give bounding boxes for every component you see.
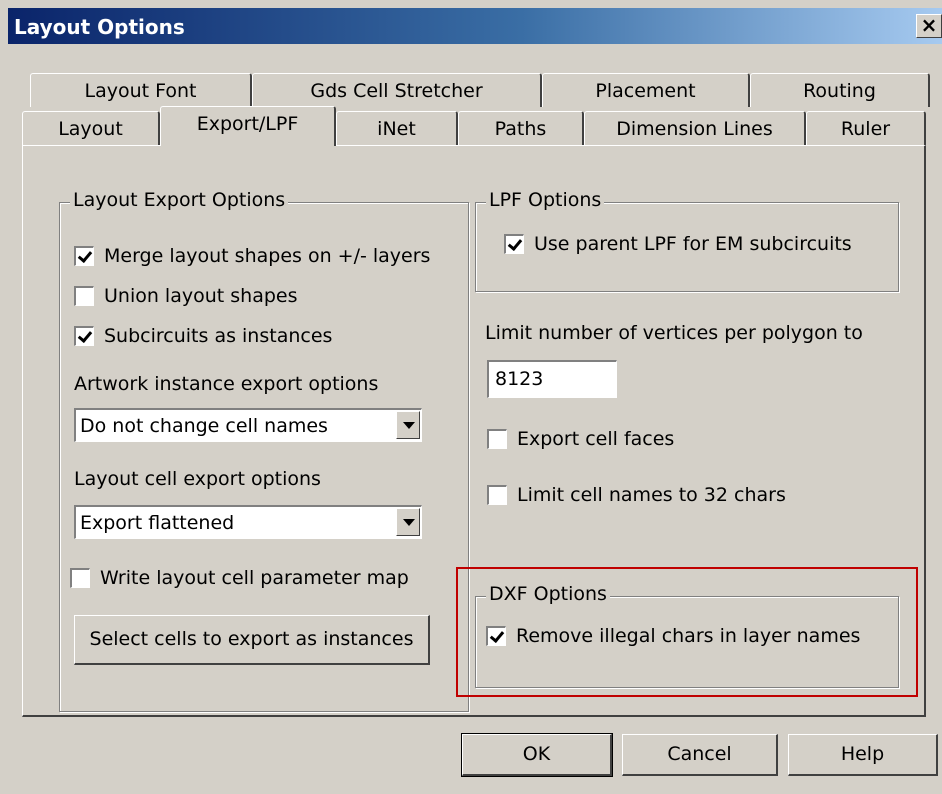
export-cell-faces-label: Export cell faces <box>517 428 675 450</box>
limit-vertices-input[interactable]: 8123 <box>487 360 617 398</box>
tab-gds-cell-stretcher[interactable]: Gds Cell Stretcher <box>252 73 542 107</box>
tab-routing[interactable]: Routing <box>750 73 930 107</box>
merge-layout-shapes-checkbox[interactable]: Merge layout shapes on +/- layers <box>74 245 430 267</box>
chevron-down-icon[interactable] <box>396 411 420 439</box>
tab-dimension-lines[interactable]: Dimension Lines <box>584 111 806 145</box>
subcircuits-as-instances-label: Subcircuits as instances <box>104 325 333 347</box>
select-cells-to-export-button[interactable]: Select cells to export as instances <box>74 615 430 665</box>
write-cell-parameter-map-checkbox[interactable]: Write layout cell parameter map <box>70 567 409 589</box>
close-button[interactable]: × <box>916 14 942 38</box>
cancel-button[interactable]: Cancel <box>622 734 778 776</box>
window-title: Layout Options <box>14 15 185 39</box>
layout-export-options-title: Layout Export Options <box>70 189 289 211</box>
layout-export-options-group: Layout Export Options Merge layout shape… <box>59 189 469 712</box>
tab-paths[interactable]: Paths <box>458 111 584 145</box>
help-button[interactable]: Help <box>788 734 938 776</box>
dxf-options-group: DXF Options Remove illegal chars in laye… <box>475 583 899 688</box>
remove-illegal-chars-checkbox[interactable]: Remove illegal chars in layer names <box>486 625 860 647</box>
tab-inet[interactable]: iNet <box>336 111 458 145</box>
merge-layout-shapes-label: Merge layout shapes on +/- layers <box>104 245 431 267</box>
tab-placement[interactable]: Placement <box>542 73 750 107</box>
export-lpf-panel: Layout Export Options Merge layout shape… <box>22 145 926 717</box>
write-cell-parameter-map-label: Write layout cell parameter map <box>100 567 409 589</box>
checkbox-box <box>486 626 506 646</box>
checkbox-box <box>70 568 90 588</box>
checkbox-box <box>487 429 507 449</box>
use-parent-lpf-checkbox[interactable]: Use parent LPF for EM subcircuits <box>504 233 852 255</box>
export-cell-faces-checkbox[interactable]: Export cell faces <box>487 428 674 450</box>
tab-layout[interactable]: Layout <box>22 111 160 145</box>
checkbox-box <box>74 326 94 346</box>
limit-cell-names-checkbox[interactable]: Limit cell names to 32 chars <box>487 484 786 506</box>
tab-export-lpf[interactable]: Export/LPF <box>160 106 336 146</box>
limit-cell-names-label: Limit cell names to 32 chars <box>517 484 786 506</box>
chevron-down-icon[interactable] <box>396 508 420 536</box>
checkbox-box <box>487 485 507 505</box>
checkbox-box <box>504 234 524 254</box>
layout-cell-export-label: Layout cell export options <box>74 468 321 490</box>
tab-layout-font[interactable]: Layout Font <box>30 73 252 107</box>
subcircuits-as-instances-checkbox[interactable]: Subcircuits as instances <box>74 325 332 347</box>
layout-options-dialog: Layout Options × Layout Font Gds Cell St… <box>0 0 942 794</box>
union-layout-shapes-label: Union layout shapes <box>104 285 298 307</box>
layout-cell-export-select[interactable]: Export flattened <box>74 505 422 539</box>
artwork-instance-export-label: Artwork instance export options <box>74 373 379 395</box>
artwork-instance-export-value: Do not change cell names <box>80 415 328 437</box>
checkbox-box <box>74 286 94 306</box>
lpf-options-title: LPF Options <box>486 189 605 211</box>
close-icon: × <box>920 13 938 37</box>
limit-vertices-label: Limit number of vertices per polygon to <box>485 322 863 344</box>
use-parent-lpf-label: Use parent LPF for EM subcircuits <box>534 233 852 255</box>
ok-button[interactable]: OK <box>461 733 613 777</box>
title-bar: Layout Options × <box>8 8 942 44</box>
tab-ruler[interactable]: Ruler <box>806 111 926 145</box>
artwork-instance-export-select[interactable]: Do not change cell names <box>74 408 422 442</box>
dxf-options-title: DXF Options <box>486 583 610 605</box>
layout-cell-export-value: Export flattened <box>80 512 235 534</box>
checkbox-box <box>74 246 94 266</box>
lpf-options-group: LPF Options Use parent LPF for EM subcir… <box>475 189 899 292</box>
remove-illegal-chars-label: Remove illegal chars in layer names <box>516 625 861 647</box>
union-layout-shapes-checkbox[interactable]: Union layout shapes <box>74 285 298 307</box>
